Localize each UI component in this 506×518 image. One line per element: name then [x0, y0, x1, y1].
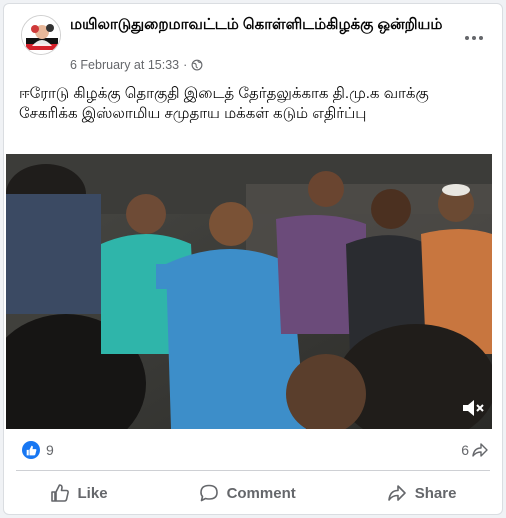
meta-separator: · [183, 58, 188, 72]
comment-icon [199, 484, 218, 502]
comment-button[interactable]: Comment [175, 477, 320, 509]
share-button[interactable]: Share [363, 477, 481, 509]
like-icon [50, 484, 69, 502]
mute-button[interactable] [460, 395, 486, 421]
share-count-value: 6 [461, 442, 469, 458]
post-stats: 9 6 [4, 436, 502, 468]
page-name[interactable]: மயிலாடுதுறைமாவட்டம் கொள்ளிடம்கிழக்கு ஒன்… [70, 15, 450, 35]
share-label: Share [414, 484, 457, 502]
share-icon [387, 485, 406, 501]
more-options-button[interactable] [460, 24, 488, 52]
video-player[interactable] [6, 154, 492, 429]
post-card: மயிலாடுதுறைமாவட்டம் கொள்ளிடம்கிழக்கு ஒன்… [3, 3, 503, 515]
party-logo-icon [22, 16, 60, 54]
like-reaction-icon[interactable] [22, 441, 40, 459]
like-button[interactable]: Like [26, 477, 132, 509]
page-avatar[interactable] [21, 15, 61, 55]
post-text: ஈரோடு கிழக்கு தொகுதி இடைத் தேர்தலுக்காக … [19, 85, 429, 122]
globe-icon[interactable] [191, 59, 203, 71]
video-frame [6, 154, 492, 429]
thumbs-up-icon [26, 445, 36, 455]
share-arrow-icon [472, 443, 488, 457]
reaction-count[interactable]: 9 [46, 442, 54, 458]
like-label: Like [77, 484, 108, 502]
comment-label: Comment [226, 484, 296, 502]
post-timestamp[interactable]: 6 February at 15:33 [70, 58, 179, 72]
muted-speaker-icon [463, 400, 484, 416]
post-meta: 6 February at 15:33 · [70, 58, 203, 72]
share-count[interactable]: 6 [461, 442, 488, 458]
post-actions: Like Comment Share [4, 474, 502, 512]
post-header: மயிலாடுதுறைமாவட்டம் கொள்ளிடம்கிழக்கு ஒன்… [4, 4, 502, 80]
more-dots-icon [465, 36, 483, 40]
actions-divider [16, 470, 490, 471]
